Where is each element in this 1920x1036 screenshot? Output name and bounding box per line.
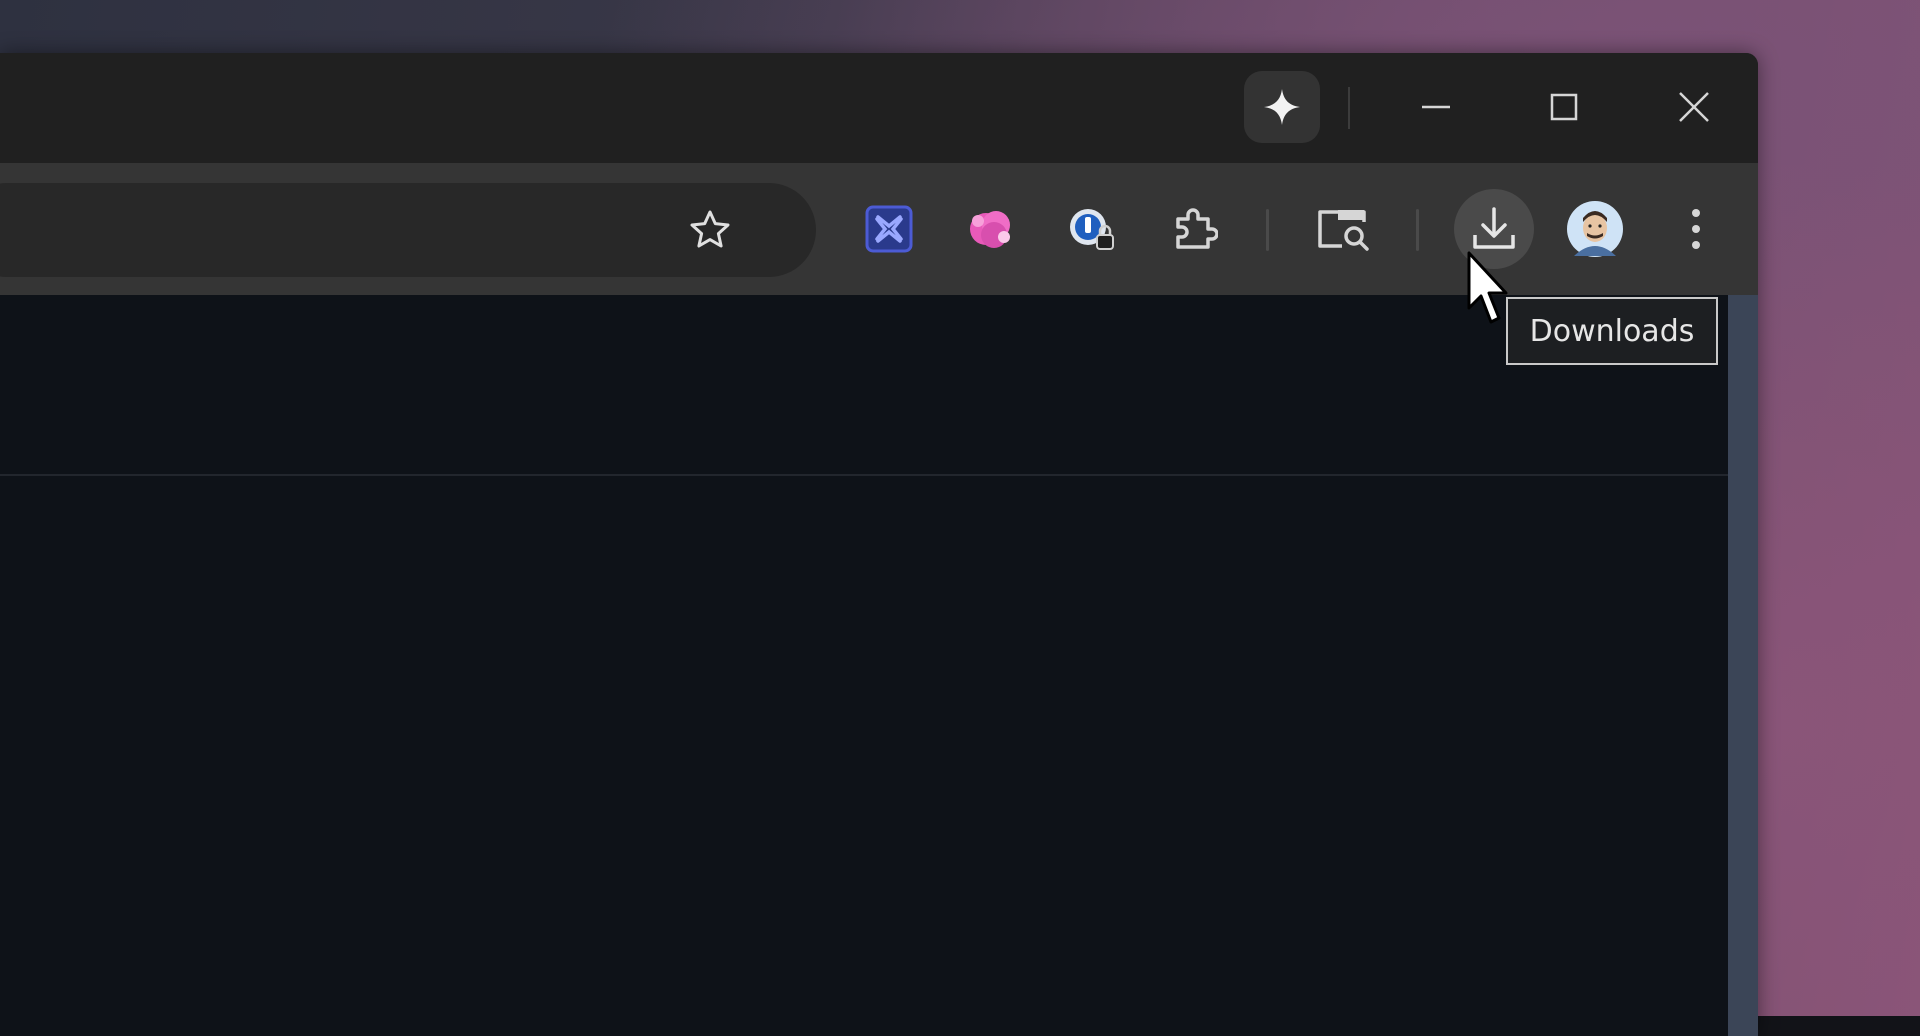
minimize-icon xyxy=(1422,105,1450,109)
sparkle-icon xyxy=(1264,89,1300,125)
close-icon xyxy=(1679,92,1709,122)
title-bar-separator xyxy=(1348,87,1350,129)
tab-search-icon xyxy=(1318,210,1369,251)
taskbar-edge xyxy=(1758,1016,1920,1036)
maximize-icon xyxy=(1550,93,1578,121)
tab-search-button[interactable] xyxy=(1303,189,1383,269)
password-manager-extension-button[interactable] xyxy=(1052,189,1132,269)
title-bar xyxy=(0,53,1758,163)
browser-window xyxy=(0,53,1758,1036)
minimize-button[interactable] xyxy=(1396,73,1476,141)
kebab-menu-icon xyxy=(1692,209,1700,249)
toolbar-separator xyxy=(1416,209,1419,251)
mouse-cursor-icon xyxy=(1467,251,1508,324)
pink-blob-extension-icon xyxy=(970,211,1010,248)
blue-x-extension-button[interactable] xyxy=(849,189,929,269)
puzzle-extensions-icon xyxy=(1176,208,1218,249)
star-icon xyxy=(690,210,730,248)
avatar xyxy=(1567,201,1623,257)
content-divider xyxy=(0,474,1728,476)
maximize-button[interactable] xyxy=(1524,73,1604,141)
close-button[interactable] xyxy=(1654,73,1734,141)
browser-menu-button[interactable] xyxy=(1656,189,1736,269)
profile-button[interactable] xyxy=(1555,189,1635,269)
downloads-tooltip: Downloads xyxy=(1506,297,1718,365)
address-bar[interactable] xyxy=(0,183,816,277)
blue-x-extension-icon xyxy=(865,205,913,253)
download-icon xyxy=(1473,207,1515,249)
gemini-button[interactable] xyxy=(1244,71,1320,143)
toolbar-separator xyxy=(1266,209,1269,251)
extensions-button[interactable] xyxy=(1154,189,1234,269)
password-manager-extension-icon xyxy=(1070,209,1114,250)
page-content xyxy=(0,295,1728,1036)
pink-blob-extension-button[interactable] xyxy=(950,189,1030,269)
bookmark-button[interactable] xyxy=(674,203,746,257)
scrollbar[interactable] xyxy=(1728,295,1758,1036)
